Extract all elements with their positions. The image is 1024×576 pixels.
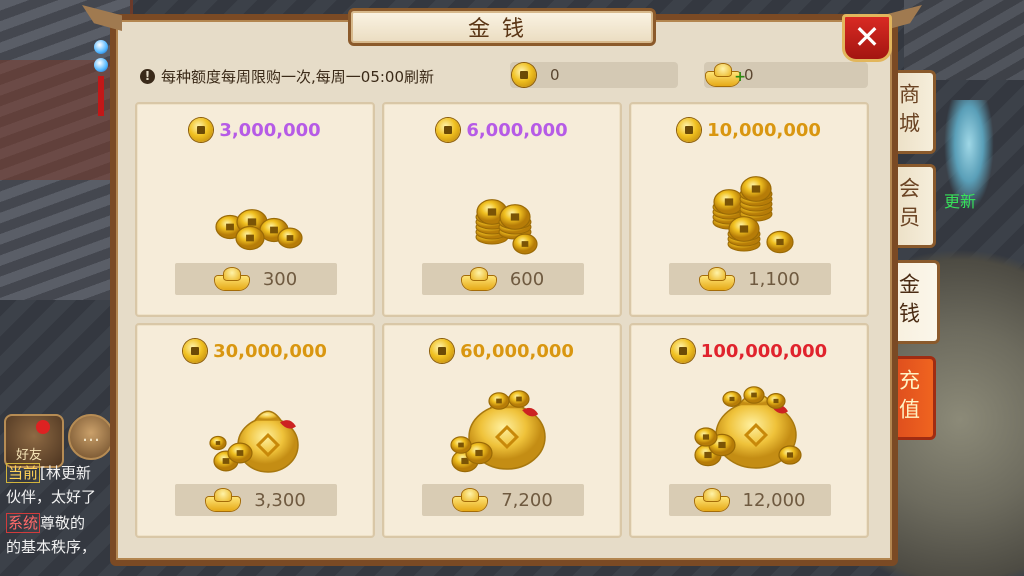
price-row: 60,000,000: [384, 339, 620, 363]
buy-button[interactable]: 3,300: [175, 484, 337, 516]
price-row: 3,000,000: [137, 118, 373, 142]
ingot-cost: 12,000: [742, 489, 806, 511]
friend-label: 好友: [16, 448, 43, 463]
chat-line: 伙伴，太好了: [6, 488, 97, 506]
coin-package-card[interactable]: 6,000,000 600: [382, 102, 622, 317]
ingot-icon: [214, 268, 249, 290]
price-row: 10,000,000: [631, 118, 867, 142]
coin-bag-large-icon: [694, 386, 802, 469]
coin-icon: [677, 118, 702, 142]
ingot-icon: [700, 268, 735, 290]
coin-amount: 6,000,000: [466, 119, 568, 141]
ingot-plus-icon[interactable]: +: [706, 64, 746, 86]
coin-icon: [430, 339, 455, 363]
notification-dot-icon: [36, 420, 50, 434]
chat-line: 系统 尊敬的: [6, 513, 86, 533]
coin-balance: 0: [510, 62, 678, 88]
coin-bag-medium-icon: [450, 390, 546, 473]
ingot-cost: 1,100: [748, 268, 800, 290]
buy-button[interactable]: 7,200: [422, 484, 584, 516]
buy-button[interactable]: 12,000: [669, 484, 831, 516]
panel-title: 金钱: [348, 8, 656, 46]
coin-icon: [512, 63, 536, 87]
coin-package-card[interactable]: 10,000,000 1,100: [629, 102, 869, 317]
price-row: 100,000,000: [631, 339, 867, 363]
price-row: 6,000,000: [384, 118, 620, 142]
notice-text: 每种额度每周限购一次,每周一05:00刷新: [161, 68, 434, 86]
ingot-cost: 600: [509, 268, 545, 290]
close-button[interactable]: ✕: [842, 14, 892, 62]
coin-icon: [189, 118, 214, 142]
weekly-limit-notice: ! 每种额度每周限购一次,每周一05:00刷新: [140, 66, 434, 87]
coin-icon: [436, 118, 461, 142]
coin-package-card[interactable]: 60,000,000 7,200: [382, 323, 622, 538]
buy-button[interactable]: 600: [422, 263, 584, 295]
coin-pile-small-icon: [215, 209, 303, 251]
ingot-cost: 7,200: [501, 489, 553, 511]
coin-package-card[interactable]: 30,000,000 3,300: [135, 323, 375, 538]
chat-area: 好友 … 当前 [林更新 伙伴，太好了 系统 尊敬的 的基本秩序，: [0, 410, 114, 576]
coin-amount: 100,000,000: [700, 340, 828, 362]
coin-bag-small-icon: [209, 410, 299, 473]
chat-line: 当前 [林更新: [6, 463, 91, 483]
coin-amount: 60,000,000: [460, 340, 574, 362]
ingot-balance: + 0: [704, 62, 868, 88]
background-label: 更新: [943, 192, 976, 211]
coin-stacks-icon: [712, 176, 794, 254]
coin-balance-value: 0: [550, 66, 560, 84]
price-row: 30,000,000: [137, 339, 373, 363]
ingot-cost: 3,300: [254, 489, 306, 511]
warning-icon: !: [140, 69, 155, 84]
coin-stack-icon: [475, 199, 538, 255]
friend-button[interactable]: 好友: [4, 414, 64, 468]
coin-amount: 10,000,000: [707, 119, 821, 141]
coin-package-card[interactable]: 3,000,000 300: [135, 102, 375, 317]
ingot-cost: 300: [262, 268, 298, 290]
chat-bubble-icon[interactable]: …: [68, 414, 114, 460]
coin-package-card[interactable]: 100,000,000 12,000: [629, 323, 869, 538]
coin-icon: [183, 339, 208, 363]
ingot-icon: [694, 489, 729, 511]
buy-button[interactable]: 1,100: [669, 263, 831, 295]
buy-button[interactable]: 300: [175, 263, 337, 295]
chat-line: 的基本秩序，: [6, 538, 97, 556]
gem-ornament-icon: [94, 40, 108, 150]
ingot-icon: [206, 489, 241, 511]
roof-right: [904, 0, 1024, 80]
coin-amount: 30,000,000: [213, 340, 327, 362]
ingot-icon: [453, 489, 488, 511]
ingot-icon: [461, 268, 496, 290]
coin-icon: [670, 339, 695, 363]
coin-amount: 3,000,000: [219, 119, 321, 141]
